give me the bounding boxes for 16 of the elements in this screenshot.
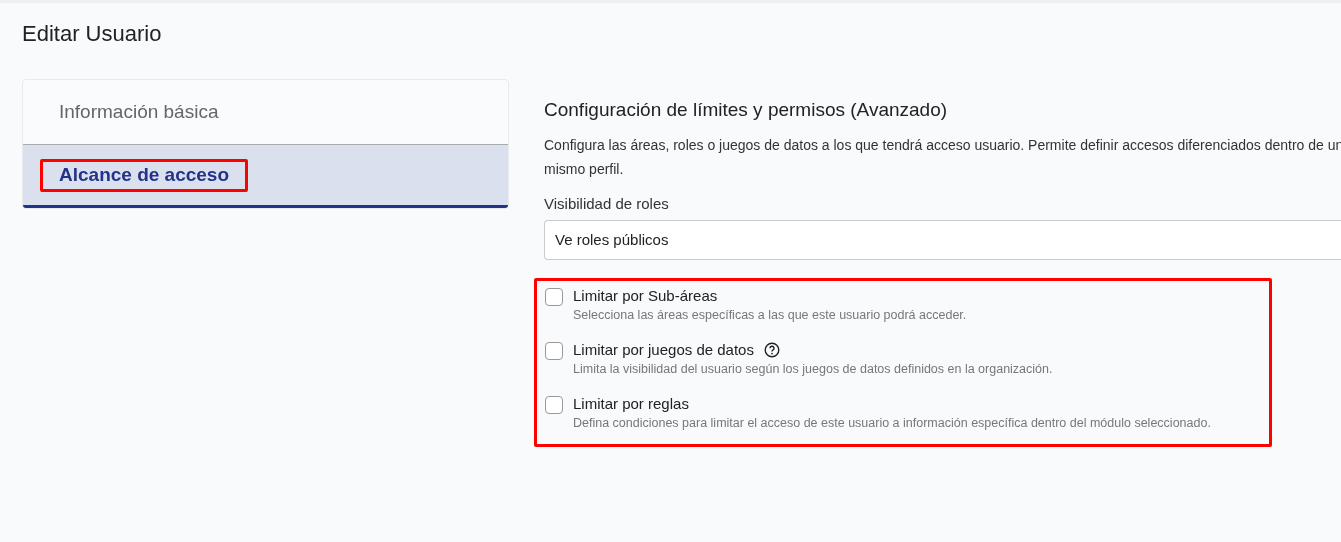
section-title: Configuración de límites y permisos (Avanzado) — [544, 99, 949, 121]
option-label: Limitar por juegos de datos — [573, 341, 754, 358]
option-description: Defina condiciones para limitar el acceso de este usuario a información específica dentro del módulo seleccionado. — [573, 416, 1211, 430]
field-label: Visibilidad de roles — [544, 195, 670, 212]
role-visibility-select[interactable]: Ve roles públicos — [544, 220, 1341, 260]
option-label: Limitar por reglas — [573, 395, 689, 412]
checkbox[interactable] — [545, 288, 563, 306]
option-description: Limita la visibilidad del usuario según los juegos de datos definidos en la organización. — [573, 362, 1053, 376]
checkbox[interactable] — [545, 396, 563, 414]
checkbox[interactable] — [545, 342, 563, 360]
option-description: Selecciona las áreas específicas a las que este usuario podrá acceder. — [573, 308, 967, 322]
tab[interactable]: Información básica — [23, 80, 508, 144]
tab[interactable]: Alcance de acceso — [23, 144, 508, 208]
page-title: Editar Usuario — [22, 20, 163, 48]
option-label: Limitar por Sub-áreas — [573, 287, 718, 304]
help-icon[interactable] — [763, 341, 780, 358]
